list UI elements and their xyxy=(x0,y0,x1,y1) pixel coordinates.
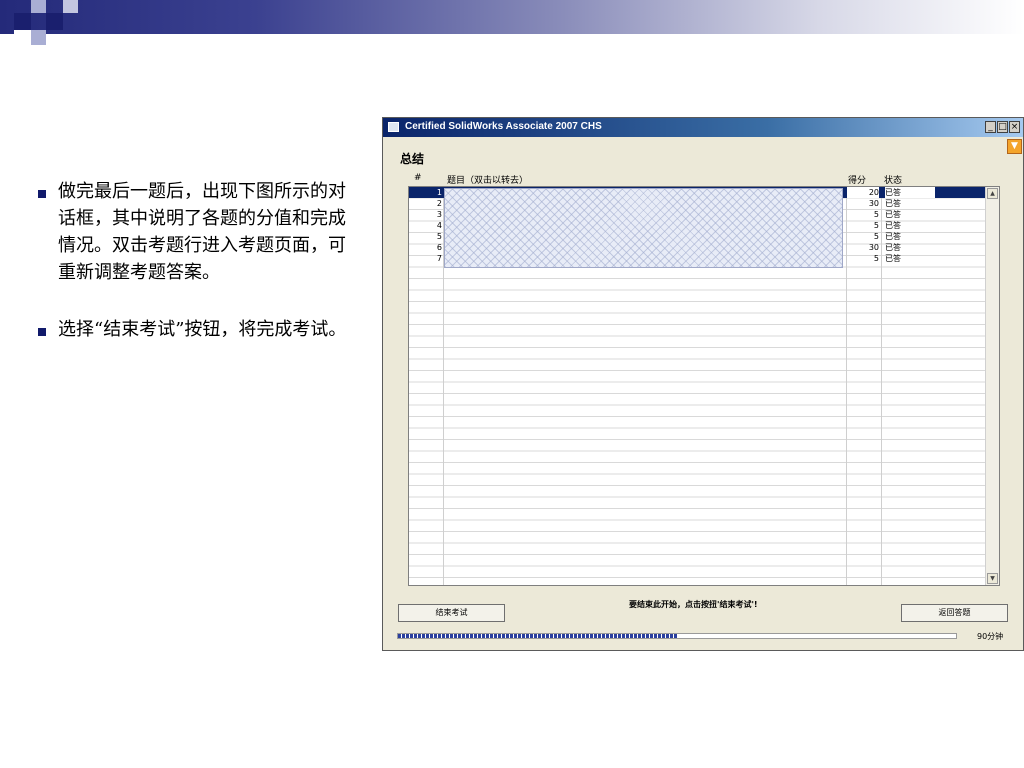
end-exam-button[interactable]: 结束考试 xyxy=(398,604,505,622)
row-number: 2 xyxy=(436,199,442,208)
close-button[interactable]: × xyxy=(1009,121,1020,133)
summary-dialog: Certified SolidWorks Associate 2007 CHS … xyxy=(382,117,1024,651)
bullet-square-icon xyxy=(38,190,46,198)
slide-header-band xyxy=(0,0,1024,34)
bullet-square-icon xyxy=(38,328,46,336)
row-score: 5 xyxy=(873,232,879,241)
row-number: 7 xyxy=(436,254,442,263)
deco-square xyxy=(63,0,78,13)
row-status: 已答 xyxy=(885,187,935,198)
row-status: 已答 xyxy=(885,199,901,208)
row-number: 6 xyxy=(436,243,442,252)
row-status: 已答 xyxy=(885,254,901,263)
row-score: 5 xyxy=(873,221,879,230)
bullet-item: 做完最后一题后，出现下图所示的对话框，其中说明了各题的分值和完成情况。双击考题行… xyxy=(38,178,360,286)
masked-question-text xyxy=(444,188,843,268)
deco-square xyxy=(14,13,31,30)
deco-square xyxy=(31,0,46,13)
row-status: 已答 xyxy=(885,243,901,252)
maximize-button[interactable]: □ xyxy=(997,121,1008,133)
return-to-questions-button[interactable]: 返回答题 xyxy=(901,604,1008,622)
row-score: 5 xyxy=(873,254,879,263)
time-progress-bar xyxy=(397,633,957,639)
scroll-down-icon[interactable]: ▼ xyxy=(987,573,998,584)
bullet-text: 做完最后一题后，出现下图所示的对话框，其中说明了各题的分值和完成情况。双击考题行… xyxy=(58,181,346,283)
table-scrollbar[interactable]: ▲ ▼ xyxy=(985,187,999,585)
column-header-score: 得分 xyxy=(848,176,867,186)
column-header-number: # xyxy=(414,173,422,183)
minimize-button[interactable]: _ xyxy=(985,121,996,133)
deco-square xyxy=(14,30,31,43)
scroll-up-icon[interactable]: ▲ xyxy=(987,188,998,199)
app-window-icon xyxy=(388,122,399,132)
row-number: 4 xyxy=(436,221,442,230)
column-header-question: 题目（双击以转去） xyxy=(447,176,529,186)
bullet-text: 选择“结束考试”按钮，将完成考试。 xyxy=(58,319,347,340)
row-score: 30 xyxy=(868,199,879,208)
bullet-item: 选择“结束考试”按钮，将完成考试。 xyxy=(38,316,360,343)
row-status: 已答 xyxy=(885,210,901,219)
row-status: 已答 xyxy=(885,221,901,230)
row-number: 5 xyxy=(436,232,442,241)
row-score: 30 xyxy=(868,243,879,252)
column-header-status: 状态 xyxy=(884,176,903,186)
row-status: 已答 xyxy=(885,232,901,241)
deco-square xyxy=(46,13,63,30)
dialog-titlebar[interactable]: Certified SolidWorks Associate 2007 CHS … xyxy=(383,118,1023,137)
summary-heading: 总结 xyxy=(400,152,425,166)
bullet-list: 做完最后一题后，出现下图所示的对话框，其中说明了各题的分值和完成情况。双击考题行… xyxy=(38,178,360,373)
deco-square xyxy=(31,30,46,45)
row-score: 20 xyxy=(847,187,879,198)
questions-table[interactable]: 1 20 已答 2 30 已答 3 5 已答 4 5 已答 5 5 已答 6 3… xyxy=(408,186,1000,586)
progress-fill xyxy=(398,634,677,638)
row-number: 3 xyxy=(436,210,442,219)
time-remaining: 90分钟 xyxy=(977,632,1004,641)
flag-icon[interactable]: ▼ xyxy=(1007,139,1022,154)
dialog-title: Certified SolidWorks Associate 2007 CHS xyxy=(405,121,602,132)
row-number: 1 xyxy=(436,188,442,197)
row-score: 5 xyxy=(873,210,879,219)
end-exam-hint: 要结束此开始，点击按扭'结束考试'! xyxy=(629,600,758,609)
